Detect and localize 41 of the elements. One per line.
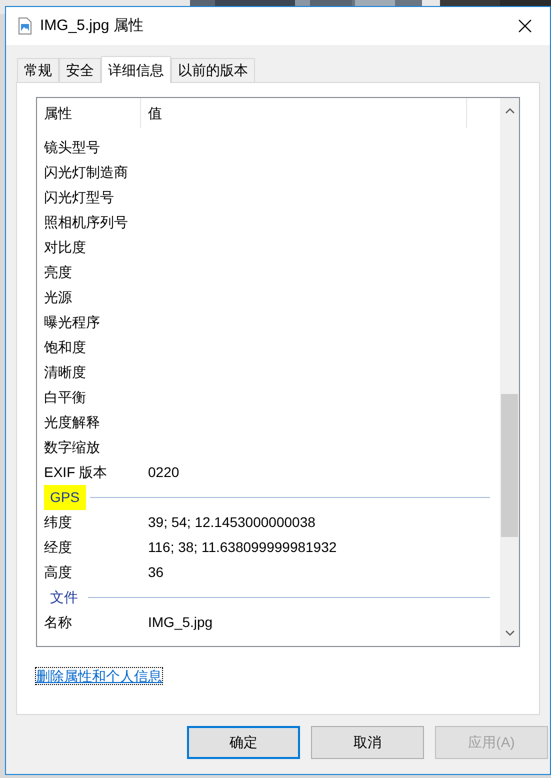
property-name: 镜头型号 (43, 138, 101, 157)
tab[interactable]: 详细信息 (101, 56, 171, 83)
column-header[interactable]: 属性 (37, 98, 141, 128)
property-name: 亮度 (43, 263, 73, 282)
property-value: 36 (147, 563, 164, 582)
property-name: 闪光灯制造商 (43, 163, 129, 182)
property-name: 白平衡 (43, 388, 87, 407)
scroll-down-icon (504, 630, 514, 636)
dialog-button[interactable]: 确定 (187, 726, 300, 759)
scroll-thumb[interactable] (501, 394, 518, 537)
dialog-button[interactable]: 取消 (311, 726, 424, 759)
group-header: 文件 (49, 588, 79, 607)
property-name: 数字缩放 (43, 438, 101, 457)
group-header: GPS (44, 485, 86, 510)
property-name: 光度解释 (43, 413, 101, 432)
window-title: IMG_5.jpg 属性 (40, 16, 144, 36)
property-name: 光源 (43, 288, 73, 307)
property-name: 闪光灯型号 (43, 188, 115, 207)
property-name: EXIF 版本 (43, 463, 108, 482)
property-name: 名称 (43, 613, 73, 632)
tab[interactable]: 常规 (17, 58, 59, 82)
property-name: 对比度 (43, 238, 87, 257)
property-name: 照相机序列号 (43, 213, 129, 232)
property-value: IMG_5.jpg (147, 613, 213, 632)
column-header[interactable]: 值 (141, 98, 467, 128)
property-name: 饱和度 (43, 338, 87, 357)
tab[interactable]: 以前的版本 (171, 58, 255, 82)
property-value: 116; 38; 11.638099999981932 (147, 538, 337, 557)
image-file-icon (18, 17, 32, 35)
property-name: 曝光程序 (43, 313, 101, 332)
scrollbar[interactable] (500, 98, 519, 646)
property-name: 高度 (43, 563, 73, 582)
property-name: 纬度 (43, 513, 73, 532)
tab[interactable]: 安全 (59, 58, 101, 82)
property-value: 0220 (147, 463, 180, 482)
property-name: 经度 (43, 538, 73, 557)
remove-properties-link[interactable]: 删除属性和个人信息 (36, 668, 162, 684)
property-name: 清晰度 (43, 363, 87, 382)
scroll-up-icon (504, 108, 514, 114)
close-icon (518, 19, 532, 33)
property-value: 39; 54; 12.1453000000038 (147, 513, 316, 532)
